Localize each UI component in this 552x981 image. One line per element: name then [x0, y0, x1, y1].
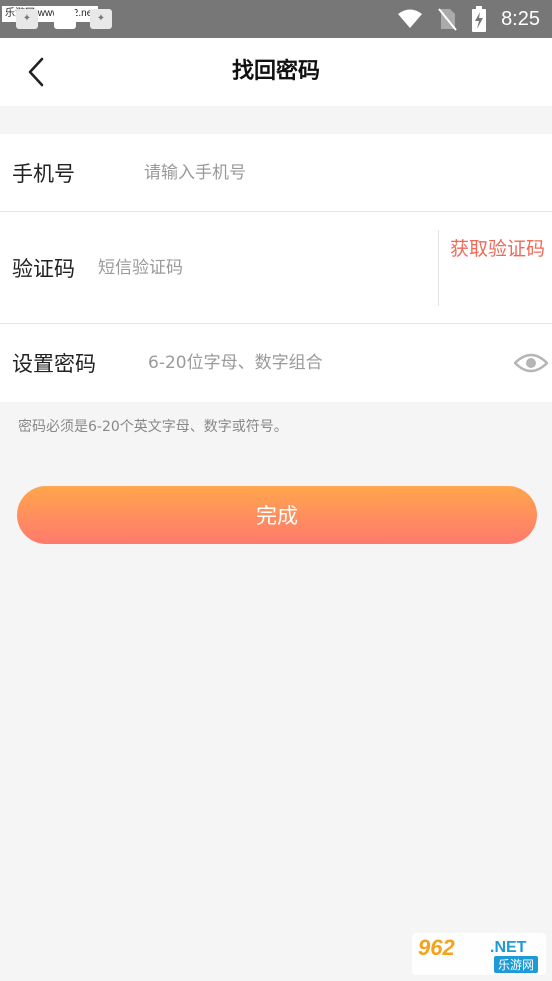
submit-button[interactable]: 完成 [17, 486, 537, 544]
watermark-logo-number: 962 [418, 935, 455, 960]
page-title: 找回密码 [231, 59, 320, 84]
back-button[interactable] [16, 52, 56, 92]
eye-icon [513, 353, 549, 373]
toggle-password-visibility-button[interactable] [513, 351, 549, 375]
password-hint: 密码必须是6-20个英文字母、数字或符号。 [18, 419, 288, 435]
code-row: 验证码 获取验证码 [0, 212, 552, 324]
back-chevron-icon [28, 57, 44, 87]
divider [438, 230, 439, 306]
sms-code-input[interactable] [98, 247, 418, 288]
phone-row: 手机号 [0, 134, 552, 212]
nav-bar: 找回密码 [0, 38, 552, 106]
watermark-logo-net: .NET [490, 939, 527, 956]
reset-password-form: 手机号 验证码 获取验证码 设置密码 [0, 134, 552, 402]
status-indicators: 8:25 [397, 0, 540, 38]
phone-input[interactable] [144, 152, 524, 193]
notification-icon [54, 9, 76, 29]
clock: 8:25 [501, 7, 540, 30]
password-input[interactable] [148, 343, 498, 383]
password-row: 设置密码 [0, 324, 552, 402]
notification-icon: ✦ [90, 9, 112, 29]
watermark-logo: 962 .NET 乐游网 [412, 933, 546, 975]
wifi-icon [398, 9, 423, 28]
watermark-logo-sub: 乐游网 [493, 956, 538, 973]
password-label: 设置密码 [12, 352, 96, 376]
notification-icon: ✦ [16, 9, 38, 29]
code-label: 验证码 [12, 256, 75, 281]
status-bar: 乐游网 www.962.net ✦ ✦ 8:25 [0, 0, 552, 38]
get-code-button[interactable]: 获取验证码 [450, 230, 546, 310]
battery-charging-icon [472, 6, 487, 32]
phone-label: 手机号 [12, 161, 75, 186]
no-sim-icon [438, 8, 457, 31]
